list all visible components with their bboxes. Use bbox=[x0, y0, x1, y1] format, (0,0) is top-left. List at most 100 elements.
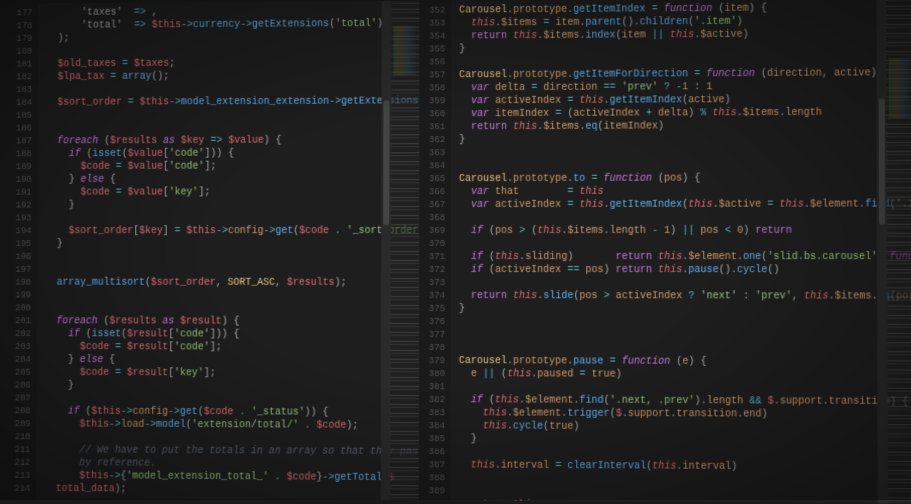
editor-split-view: 1771781791801811821831841851861871881891… bbox=[5, 0, 911, 504]
code-line: this.cycle(true) bbox=[459, 420, 908, 435]
line-number: 188 bbox=[8, 148, 31, 161]
line-number: 369 bbox=[421, 225, 445, 238]
line-number: 366 bbox=[421, 186, 445, 199]
code-line bbox=[459, 238, 908, 251]
line-number: 357 bbox=[421, 69, 445, 82]
code-line: var activeIndex = this.getItemIndex(this… bbox=[459, 198, 907, 212]
code-line: $code = $result['key']; bbox=[44, 367, 411, 381]
line-number: 185 bbox=[9, 110, 32, 123]
code-line: } bbox=[45, 199, 411, 212]
line-number: 361 bbox=[421, 121, 445, 134]
line-number: 206 bbox=[7, 380, 31, 393]
editor-pane-right: 3523533543553563573583593603613623633643… bbox=[419, 0, 911, 504]
line-number: 196 bbox=[8, 251, 31, 264]
code-area-left[interactable]: 'taxes' => , 'total' => $this->currency-… bbox=[36, 1, 419, 500]
line-number: 207 bbox=[7, 392, 31, 405]
code-line: e || (this.paused = true) bbox=[459, 368, 908, 383]
code-line: return this.slide(pos > activeIndex ? 'n… bbox=[459, 290, 908, 304]
line-number: 181 bbox=[9, 59, 32, 72]
line-number: 376 bbox=[421, 316, 445, 329]
line-number: 186 bbox=[8, 123, 31, 136]
code-line: if (activeIndex == pos) return this.paus… bbox=[459, 264, 908, 277]
line-number: 371 bbox=[421, 251, 445, 264]
code-line: } bbox=[459, 303, 908, 317]
line-number: 179 bbox=[9, 33, 32, 46]
line-number: 182 bbox=[9, 71, 32, 84]
code-line bbox=[459, 146, 907, 160]
code-line bbox=[45, 264, 411, 277]
line-number: 193 bbox=[8, 212, 31, 225]
line-number: 184 bbox=[9, 97, 32, 110]
code-line: if (pos > (this.$items.length - 1) || po… bbox=[459, 225, 908, 238]
code-line: Carousel.prototype.getItemForDirection =… bbox=[459, 67, 907, 82]
line-number: 178 bbox=[9, 20, 32, 33]
code-line: } bbox=[459, 133, 907, 147]
line-number: 202 bbox=[7, 328, 31, 341]
line-number: 189 bbox=[8, 161, 31, 174]
code-line: $code = $result['code']; bbox=[45, 341, 411, 355]
line-number: 387 bbox=[421, 459, 445, 472]
code-line bbox=[45, 212, 411, 225]
code-area-right[interactable]: Carousel.prototype.getItemIndex = functi… bbox=[451, 0, 911, 504]
line-number: 390 bbox=[421, 498, 445, 503]
code-line: Carousel.prototype.to = function (pos) { bbox=[459, 172, 907, 186]
line-number: 200 bbox=[8, 302, 31, 315]
code-line: array_multisort($sort_order, SORT_ASC, $… bbox=[45, 277, 411, 290]
line-number: 377 bbox=[421, 329, 445, 342]
line-number: 359 bbox=[421, 95, 445, 108]
line-gutter-right: 3523533543553563573583593603613623633643… bbox=[419, 1, 451, 501]
line-number: 180 bbox=[9, 46, 32, 59]
line-number: 354 bbox=[421, 31, 445, 44]
line-number: 194 bbox=[8, 225, 31, 238]
code-line: if (this.sliding) return this.$element.o… bbox=[459, 251, 908, 264]
line-number: 368 bbox=[421, 212, 445, 225]
code-line: } bbox=[45, 238, 411, 251]
line-number: 209 bbox=[7, 418, 31, 431]
code-line: } else { bbox=[45, 173, 411, 187]
code-line bbox=[46, 121, 412, 135]
line-number: 362 bbox=[421, 134, 445, 147]
line-number: 367 bbox=[421, 199, 445, 212]
code-line: return this.$items.eq(itemIndex) bbox=[459, 120, 907, 134]
line-number: 211 bbox=[7, 444, 31, 457]
line-number: 204 bbox=[7, 354, 31, 367]
line-number: 364 bbox=[421, 160, 445, 173]
code-line bbox=[459, 316, 908, 330]
line-number: 214 bbox=[7, 483, 31, 496]
code-line: 'total' => $this->currency->getExtension… bbox=[46, 18, 411, 33]
minimap-left[interactable] bbox=[391, 1, 420, 500]
line-number: 358 bbox=[421, 82, 445, 95]
line-number: 208 bbox=[7, 405, 31, 418]
line-number: 363 bbox=[421, 147, 445, 160]
code-line: $sort_order[$key] = $this->config->get($… bbox=[45, 225, 411, 238]
line-number: 388 bbox=[421, 472, 445, 485]
line-number: 203 bbox=[7, 341, 31, 354]
line-number: 385 bbox=[421, 433, 445, 446]
line-number: 381 bbox=[421, 381, 445, 394]
line-number: 353 bbox=[421, 18, 445, 31]
line-number: 205 bbox=[7, 367, 31, 380]
line-number: 177 bbox=[9, 7, 32, 20]
minimap-right[interactable] bbox=[887, 0, 911, 504]
line-number: 198 bbox=[8, 277, 31, 290]
line-number: 190 bbox=[8, 174, 31, 187]
line-number: 183 bbox=[9, 84, 32, 97]
code-line bbox=[459, 342, 908, 356]
code-line bbox=[45, 302, 411, 316]
code-line: this.interval = clearInterval(this.inter… bbox=[459, 459, 909, 475]
line-gutter-left: 1771781791801811821831841851861871881891… bbox=[5, 3, 39, 497]
line-number: 373 bbox=[421, 277, 445, 290]
line-number: 191 bbox=[8, 187, 31, 200]
line-number: 370 bbox=[421, 238, 445, 251]
code-line bbox=[459, 329, 908, 343]
line-number: 372 bbox=[421, 264, 445, 277]
code-line: total_data); bbox=[44, 483, 411, 498]
editor-pane-left: 1771781791801811821831841851861871881891… bbox=[5, 1, 420, 500]
code-line bbox=[45, 290, 411, 303]
code-line: if (isset($value['code'])) { bbox=[45, 147, 411, 161]
line-number: 187 bbox=[8, 135, 31, 148]
line-number: 197 bbox=[8, 264, 31, 277]
line-number: 378 bbox=[421, 342, 445, 355]
line-number: 212 bbox=[7, 457, 31, 470]
line-number: 389 bbox=[421, 485, 445, 498]
